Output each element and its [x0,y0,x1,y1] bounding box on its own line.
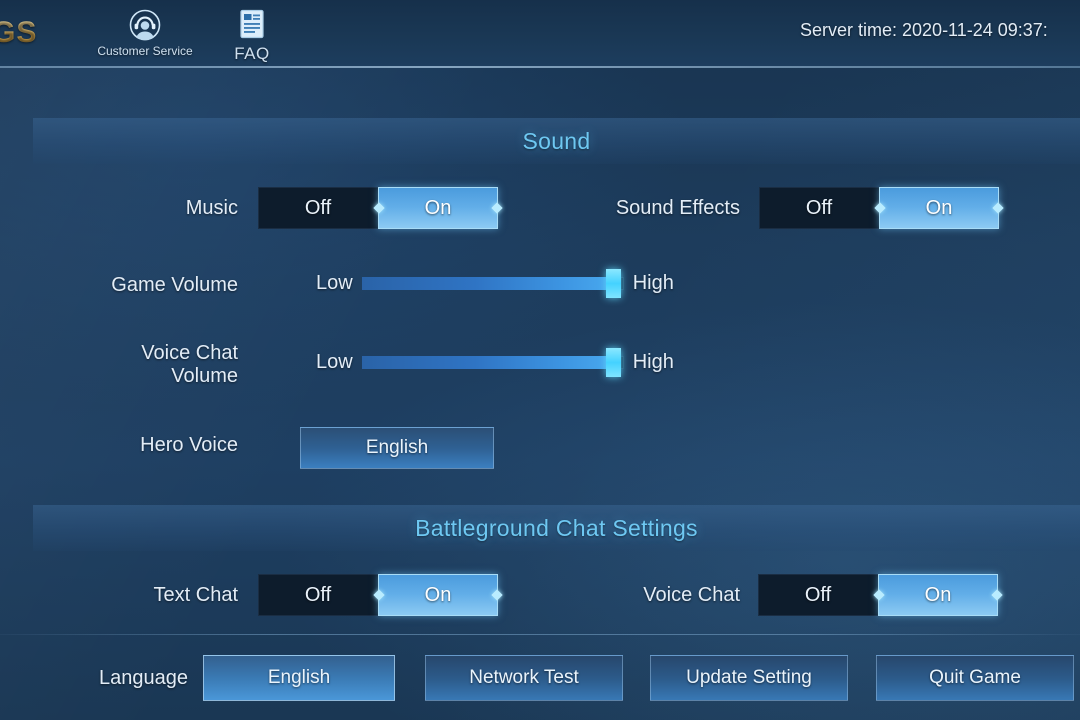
voice-chat-toggle[interactable]: Off On [758,574,1003,616]
faq-button[interactable]: FAQ [192,8,312,64]
hero-voice-label: Hero Voice [140,434,238,456]
voice-chat-volume-fill [361,356,614,369]
game-volume-track[interactable] [361,269,624,298]
voice-chat-volume-label: Voice Chat Volume [60,342,238,388]
gem-right-icon [992,202,1004,214]
music-toggle-off[interactable]: Off [258,187,378,229]
music-toggle-on-label: On [424,196,452,219]
music-toggle-on[interactable]: On [373,187,503,229]
voice-chat-toggle-off[interactable]: Off [758,574,878,616]
text-chat-toggle[interactable]: Off On [258,574,503,616]
section-header-battleground-chat: Battleground Chat Settings [33,505,1080,551]
game-volume-high-label: High [632,272,674,294]
game-volume-slider[interactable]: Low High [316,269,674,298]
language-button[interactable]: English [203,655,395,701]
text-chat-toggle-on[interactable]: On [373,574,503,616]
update-setting-button[interactable]: Update Setting [650,655,848,701]
section-title: Battleground Chat Settings [415,514,698,541]
voice-chat-volume-label-line2: Volume [171,365,238,387]
customer-service-button[interactable]: Customer Service [85,8,205,58]
sound-effects-toggle-off[interactable]: Off [759,187,879,229]
voice-chat-volume-track[interactable] [361,348,624,377]
music-label: Music [185,197,238,219]
sound-effects-label: Sound Effects [615,197,740,219]
gem-right-icon [491,202,503,214]
text-chat-toggle-on-label: On [424,583,452,606]
voice-chat-volume-label-line1: Voice Chat [141,342,238,364]
headset-avatar-icon [85,8,205,42]
voice-chat-volume-low-label: Low [316,351,353,373]
page-title: GS [0,16,37,50]
document-icon [192,8,312,42]
quit-game-button[interactable]: Quit Game [876,655,1074,701]
voice-chat-volume-handle[interactable] [606,348,622,377]
footer-divider [0,634,1080,635]
game-volume-low-label: Low [316,272,353,294]
hero-voice-button[interactable]: English [300,427,494,469]
text-chat-toggle-off[interactable]: Off [258,574,378,616]
server-time-text: Server time: 2020-11-24 09:37: [800,20,1048,40]
voice-chat-label: Voice Chat [643,584,740,606]
music-toggle[interactable]: Off On [258,187,503,229]
text-chat-label: Text Chat [153,584,238,606]
voice-chat-toggle-on-label: On [924,583,952,606]
network-test-button[interactable]: Network Test [425,655,623,701]
section-title: Sound [522,127,591,154]
gem-right-icon [491,589,503,601]
sound-effects-toggle[interactable]: Off On [759,187,1004,229]
voice-chat-toggle-on[interactable]: On [873,574,1003,616]
game-volume-handle[interactable] [606,269,622,298]
sound-effects-toggle-on-label: On [925,196,953,219]
voice-chat-volume-slider[interactable]: Low High [316,348,674,377]
voice-chat-volume-high-label: High [632,351,674,373]
gem-right-icon [991,589,1003,601]
game-volume-label: Game Volume [111,274,238,296]
customer-service-label: Customer Service [97,44,193,58]
game-volume-fill [361,277,614,290]
language-label: Language [99,667,188,689]
faq-label: FAQ [234,44,270,63]
header-divider [0,66,1080,68]
sound-effects-toggle-on[interactable]: On [874,187,1004,229]
top-header-bar: GS Customer Service FAQ Server time: 202… [0,0,1080,66]
section-header-sound: Sound [33,118,1080,164]
